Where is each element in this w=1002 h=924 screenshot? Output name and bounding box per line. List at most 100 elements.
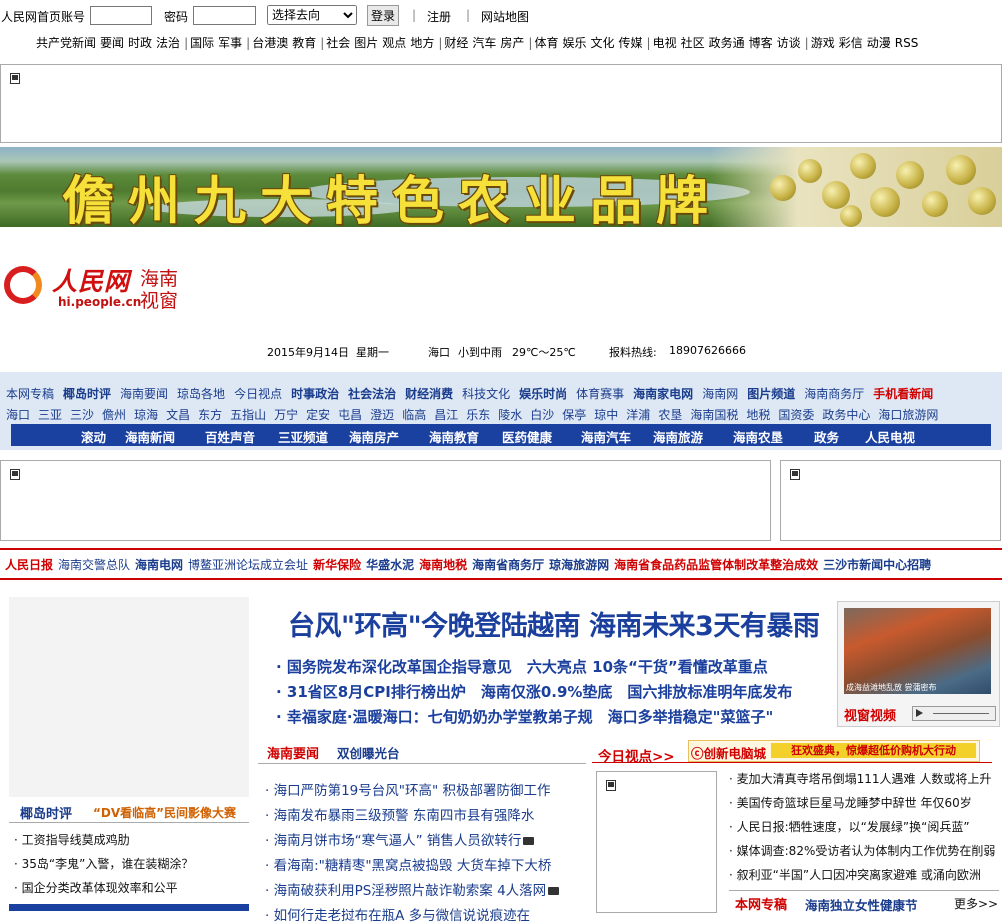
region-link[interactable]: 海口: [6, 406, 30, 423]
region-link[interactable]: 海口旅游网: [878, 406, 938, 423]
region-link[interactable]: 昌江: [434, 406, 458, 423]
list-item[interactable]: · 媒体调查:82%受访者认为体制内工作优势在削弱: [729, 842, 995, 859]
region-link[interactable]: 东方: [198, 406, 222, 423]
nav-link[interactable]: 观点: [382, 34, 406, 51]
nav-link[interactable]: 要闻: [100, 34, 124, 51]
login-button[interactable]: 登录: [367, 5, 400, 26]
partner-link[interactable]: 华盛水泥: [366, 558, 414, 572]
region-link[interactable]: 国资委: [778, 406, 814, 423]
list-item[interactable]: · 海口严防第19号台风"环高" 积极部署防御工作: [265, 779, 550, 799]
list-item[interactable]: · 海南破获利用PS淫秽照片敲诈勒索案 4人落网: [265, 879, 560, 899]
password-input[interactable]: [193, 6, 256, 25]
side-ad-slot[interactable]: [780, 460, 1001, 541]
nav-link[interactable]: 汽车: [472, 34, 496, 51]
channel-link[interactable]: 体育赛事: [576, 385, 624, 402]
tab-exposure[interactable]: 双创曝光台: [337, 743, 400, 762]
partner-link[interactable]: 人民日报: [5, 558, 53, 572]
nav-link[interactable]: 法治: [156, 34, 180, 51]
nav-link[interactable]: 时政: [128, 34, 152, 51]
mid-ad-slot[interactable]: [0, 460, 771, 541]
channel-bar-link[interactable]: 人民电视: [865, 427, 915, 446]
region-link[interactable]: 屯昌: [338, 406, 362, 423]
promo-ad-strip[interactable]: ⓒ创新电脑城 狂欢盛典，惊爆超低价购机大行动: [688, 740, 980, 762]
nav-link[interactable]: 社会: [326, 34, 350, 51]
region-link[interactable]: 陵水: [498, 406, 522, 423]
nav-link[interactable]: 政务通: [709, 34, 745, 51]
region-link[interactable]: 乐东: [466, 406, 490, 423]
left-section-title[interactable]: 椰岛时评: [20, 803, 72, 822]
region-link[interactable]: 定安: [306, 406, 330, 423]
channel-link[interactable]: 海南要闻: [120, 385, 168, 402]
channel-link[interactable]: 海南网: [702, 385, 738, 402]
list-item[interactable]: · 国企分类改革体现效率和公平: [14, 879, 178, 896]
top-headline[interactable]: 台风"环高"今晚登陆越南 海南未来3天有暴雨: [288, 604, 820, 643]
nav-link[interactable]: 体育: [534, 34, 558, 51]
channel-bar-link[interactable]: 海南房产: [349, 427, 399, 446]
partner-link[interactable]: 海南地税: [419, 558, 467, 572]
sub-headline[interactable]: · 幸福家庭·温暖海口：七旬奶奶办学堂教弟子规 海口多举措稳定"菜篮子": [276, 706, 773, 727]
channel-bar-link[interactable]: 百姓声音: [205, 427, 255, 446]
region-link[interactable]: 三亚: [38, 406, 62, 423]
partner-link[interactable]: 新华保险: [313, 558, 361, 572]
nav-link[interactable]: 房产: [500, 34, 524, 51]
region-link[interactable]: 儋州: [102, 406, 126, 423]
nav-link[interactable]: 社区: [681, 34, 705, 51]
sub-headline[interactable]: · 国务院发布深化改革国企指导意见 六大亮点 10条“干货”看懂改革重点: [276, 656, 768, 677]
region-link[interactable]: 三沙: [70, 406, 94, 423]
channel-link[interactable]: 娱乐时尚: [519, 385, 567, 402]
channel-link[interactable]: 科技文化: [462, 385, 510, 402]
region-link[interactable]: 地税: [746, 406, 770, 423]
region-link[interactable]: 保亭: [562, 406, 586, 423]
list-item[interactable]: · 如何行走老挝布在瓶A 多与微信说说痕迹在: [265, 904, 530, 924]
list-item[interactable]: · 人民日报:牺牲速度，以“发展绿”换“阅兵蓝”: [729, 818, 970, 835]
nav-link[interactable]: 财经: [444, 34, 468, 51]
channel-link[interactable]: 财经消费: [405, 385, 453, 402]
list-item[interactable]: · 工资指导线莫成鸡肋: [14, 831, 130, 848]
channel-link[interactable]: 本网专稿: [6, 385, 54, 402]
nav-link[interactable]: 图片: [354, 34, 378, 51]
region-link[interactable]: 琼海: [134, 406, 158, 423]
list-item[interactable]: · 叙利亚“半国”人口因冲突离家避难 或涌向欧洲: [729, 866, 981, 883]
list-item[interactable]: · 海南月饼市场“寒气逼人” 销售人员欲转行: [265, 829, 535, 849]
site-logo[interactable]: 人民网 hi.people.cn 海南 视窗: [4, 262, 194, 314]
partner-link[interactable]: 博鳌亚洲论坛成立会址: [188, 558, 308, 572]
channel-link[interactable]: 图片频道: [747, 385, 795, 402]
list-item[interactable]: · 美国传奇篮球巨星马龙睡梦中辞世 年仅60岁: [729, 794, 972, 811]
partner-link[interactable]: 三沙市新闻中心招聘: [823, 558, 931, 572]
channel-link[interactable]: 手机看新闻: [873, 385, 933, 402]
region-link[interactable]: 白沙: [530, 406, 554, 423]
region-link[interactable]: 琼中: [594, 406, 618, 423]
nav-link[interactable]: 文化: [591, 34, 615, 51]
partner-link[interactable]: 海南交警总队: [58, 558, 130, 572]
channel-bar-link[interactable]: 海南教育: [429, 427, 479, 446]
nav-link[interactable]: 电视: [653, 34, 677, 51]
channel-bar-link[interactable]: 医药健康: [502, 427, 552, 446]
nav-link[interactable]: RSS: [895, 36, 919, 50]
more-link[interactable]: 更多>>: [954, 895, 998, 912]
list-item[interactable]: · 麦加大清真寺塔吊倒塌111人遇难 人数或将上升: [729, 770, 991, 787]
nav-link[interactable]: 彩信: [839, 34, 863, 51]
nav-link[interactable]: 博客: [749, 34, 773, 51]
video-widget[interactable]: 成海益滩地乱放 尝蒲密布 视窗视频: [837, 601, 1000, 727]
region-link[interactable]: 澄迈: [370, 406, 394, 423]
channel-bar-link[interactable]: 海南农垦: [733, 427, 783, 446]
channel-bar-link[interactable]: 三亚频道: [278, 427, 328, 446]
exclusive-title[interactable]: 本网专稿: [735, 894, 787, 913]
region-link[interactable]: 临高: [402, 406, 426, 423]
list-item[interactable]: · 海南发布暴雨三级预警 东南四市县有强降水: [265, 804, 534, 824]
region-link[interactable]: 文昌: [166, 406, 190, 423]
channel-bar-link[interactable]: 海南旅游: [653, 427, 703, 446]
video-controls[interactable]: [912, 706, 996, 721]
channel-bar-link[interactable]: 政务: [814, 427, 839, 446]
nav-link[interactable]: 动漫: [867, 34, 891, 51]
partner-link[interactable]: 海南省商务厅: [472, 558, 544, 572]
exclusive-headline[interactable]: 海南独立女性健康节: [805, 895, 918, 914]
progress-track[interactable]: [933, 713, 989, 714]
channel-link[interactable]: 今日视点: [234, 385, 282, 402]
channel-bar-link[interactable]: 滚动: [81, 427, 106, 446]
left-section-promo[interactable]: “DV看临高”民间影像大赛: [93, 804, 236, 821]
register-link[interactable]: 注册: [427, 8, 451, 25]
today-image-slot[interactable]: [596, 771, 717, 913]
list-item[interactable]: · 看海南:"糖精枣"黑窝点被捣毁 大货车掉下大桥: [265, 854, 551, 874]
channel-bar-link[interactable]: 海南新闻: [125, 427, 175, 446]
